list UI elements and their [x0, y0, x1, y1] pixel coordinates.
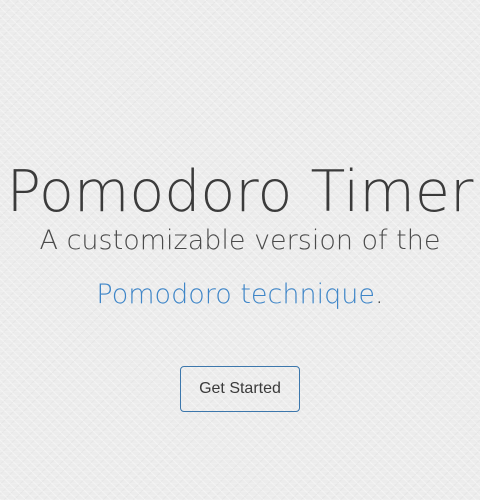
- landing-page: Pomodoro Timer A customizable version of…: [0, 0, 480, 500]
- subtitle-line-1: A customizable version of the: [39, 225, 441, 256]
- cta-container: Get Started: [0, 366, 480, 412]
- get-started-button[interactable]: Get Started: [180, 366, 300, 412]
- subtitle-line-2: Pomodoro technique.: [0, 268, 480, 322]
- subtitle-period: .: [374, 279, 384, 310]
- pomodoro-technique-link[interactable]: Pomodoro technique: [96, 279, 375, 310]
- hero-subtitle: A customizable version of the Pomodoro t…: [0, 214, 480, 322]
